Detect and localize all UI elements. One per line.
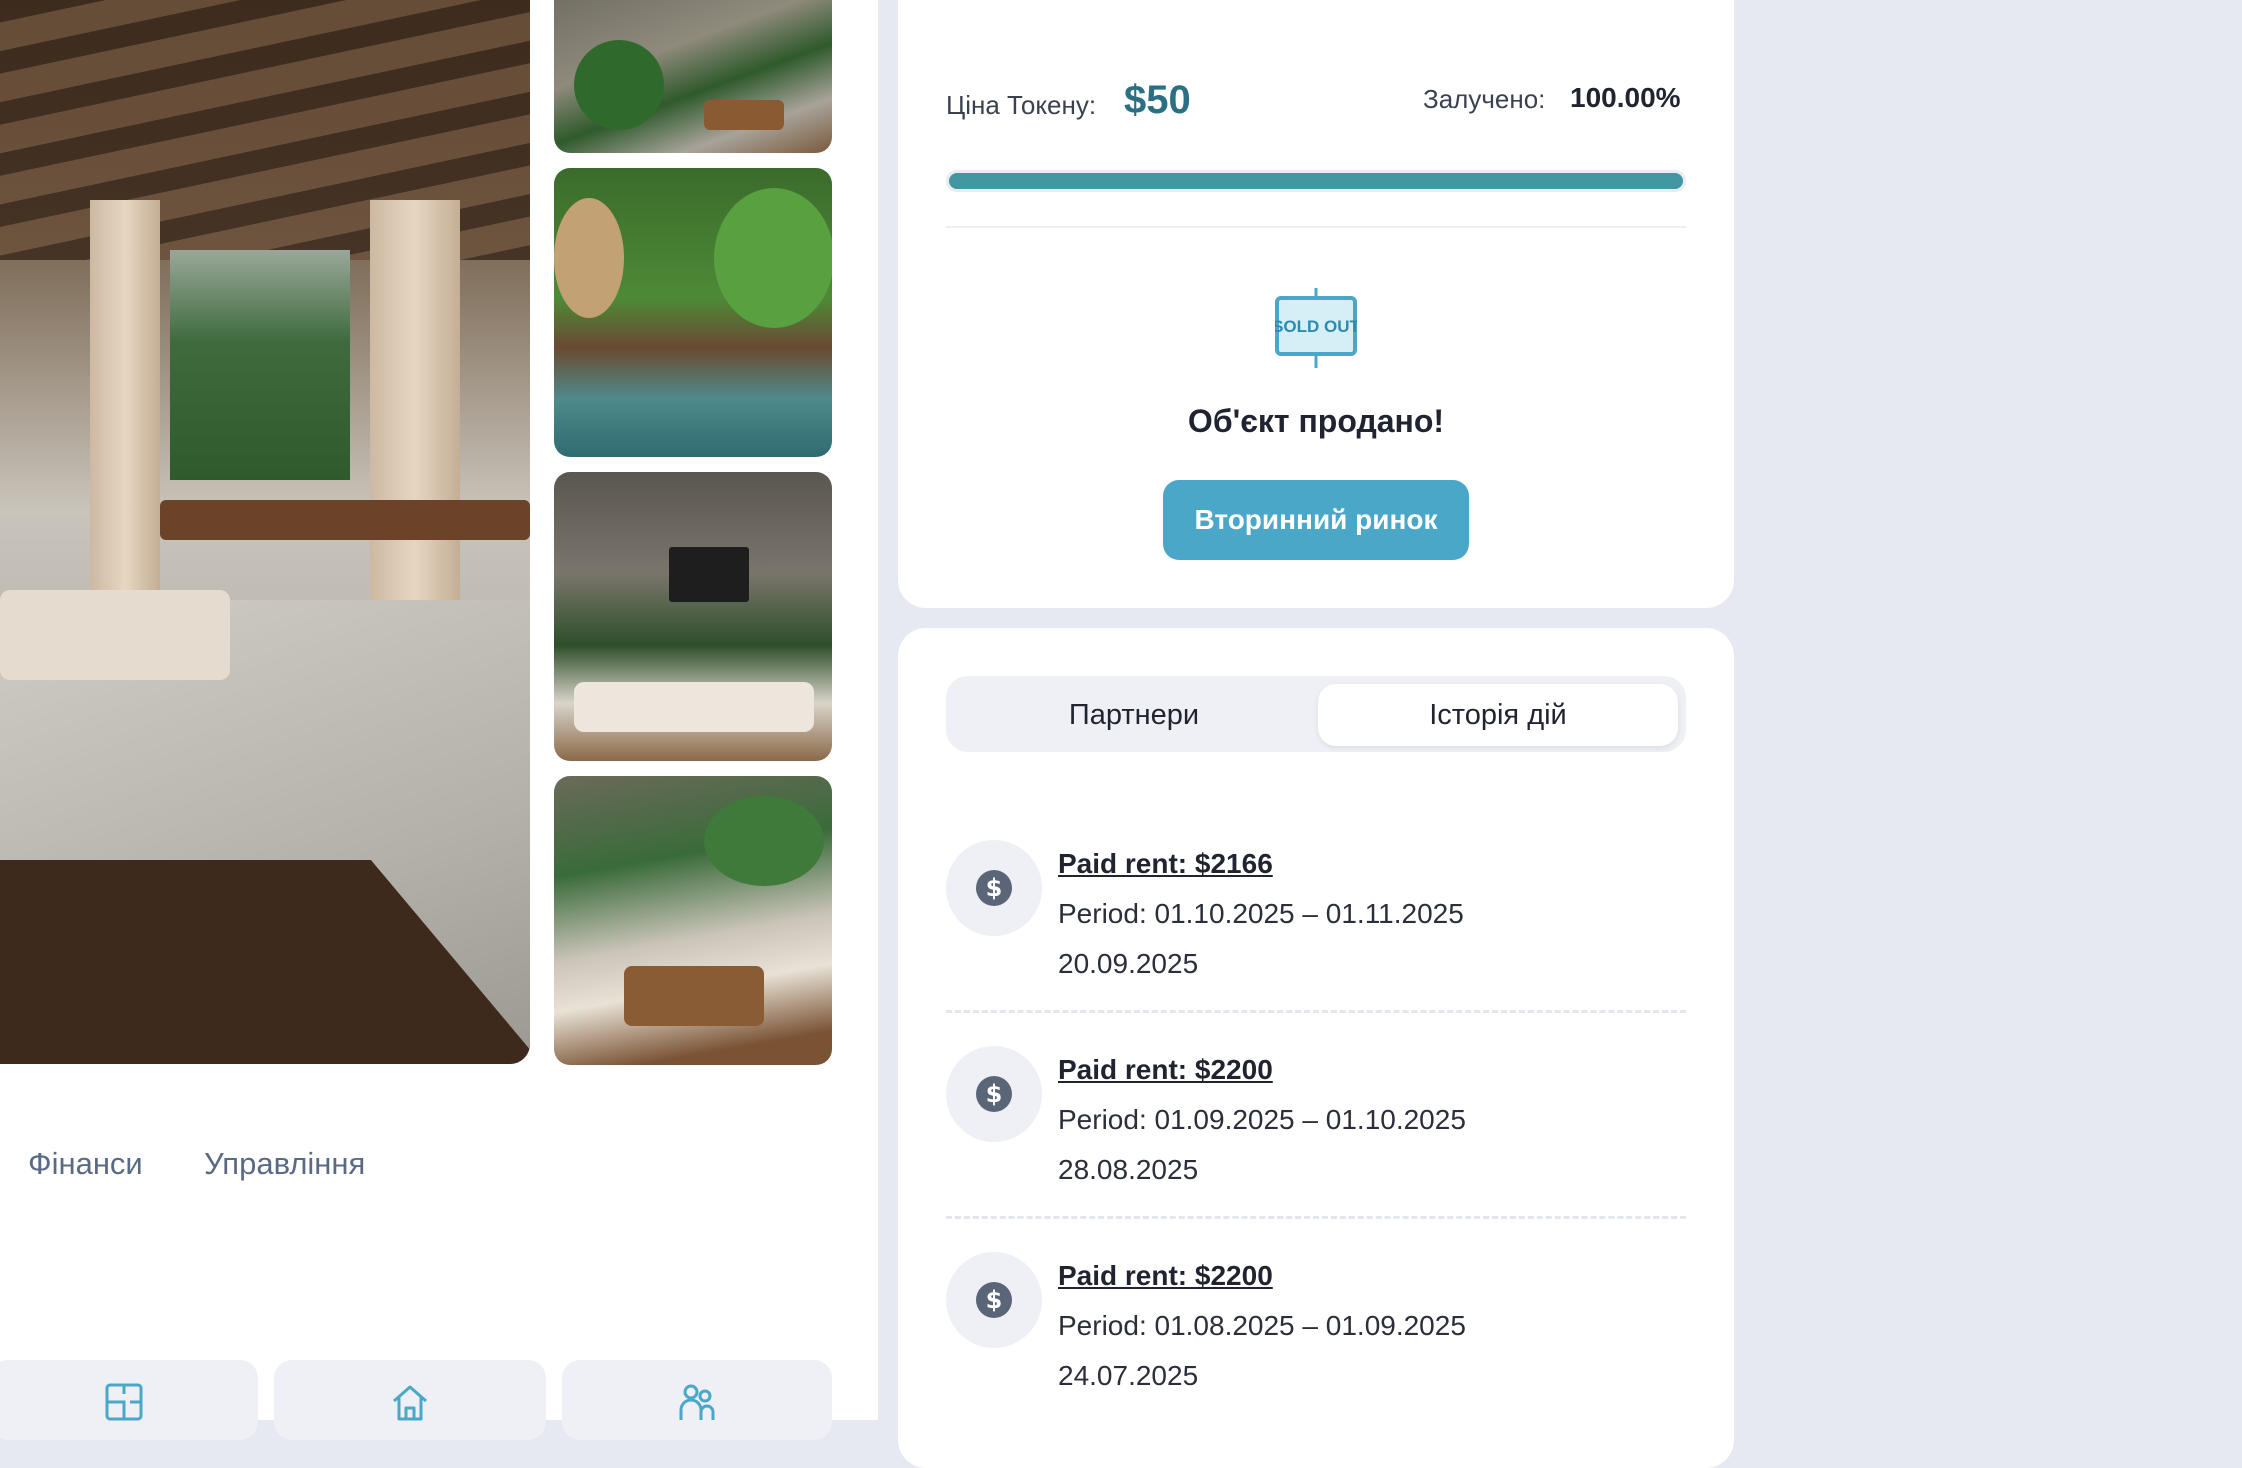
history-item-title[interactable]: Paid rent: $2200 (1058, 1260, 1273, 1292)
photo-window (170, 250, 350, 480)
people-icon (679, 1384, 715, 1420)
plant-shape (704, 796, 824, 886)
plant-shape (714, 188, 832, 328)
dollar-icon: $ (946, 1046, 1042, 1142)
history-item-period: Period: 01.10.2025 – 01.11.2025 (1058, 898, 1464, 929)
raised-label: Залучено: (1423, 84, 1546, 114)
history-item-title[interactable]: Paid rent: $2166 (1058, 848, 1273, 880)
history-item-date: 20.09.2025 (1058, 948, 1199, 979)
property-gallery-pane: Фінанси Управління (0, 0, 878, 1440)
feature-card-home[interactable] (274, 1360, 546, 1440)
tab-partners[interactable]: Партнери (954, 684, 1314, 746)
hanging-chair-shape (554, 198, 624, 318)
main-photo[interactable] (0, 0, 530, 1064)
sold-out-text: SOLD OUT (1275, 317, 1357, 336)
photo-dining-table (160, 500, 530, 540)
photo-curtain (90, 200, 160, 620)
history-divider (946, 1010, 1686, 1013)
history-item-date: 24.07.2025 (1058, 1360, 1199, 1391)
sold-out-sign-icon: SOLD OUT (1275, 288, 1357, 368)
thumbnail-patio[interactable] (554, 0, 832, 153)
history-item-period: Period: 01.09.2025 – 01.10.2025 (1058, 1104, 1466, 1135)
feature-card-people[interactable] (562, 1360, 832, 1440)
history-item: $ Paid rent: $2200 Period: 01.08.2025 – … (946, 1252, 1686, 1452)
token-price-label: Ціна Токену: (946, 90, 1097, 120)
photo-curtain (370, 200, 460, 620)
token-price-value: $50 (1124, 78, 1191, 122)
tab-action-history[interactable]: Історія дій (1318, 684, 1678, 746)
tab-finances[interactable]: Фінанси (28, 1146, 143, 1182)
raised-value: 100.00% (1570, 82, 1681, 113)
floorplan-icon (105, 1383, 143, 1421)
funding-progress-fill (946, 170, 1686, 192)
sold-status-title: Об'єкт продано! (1187, 403, 1445, 439)
coffee-table-shape (624, 966, 764, 1026)
funding-progress-bar (946, 170, 1686, 192)
home-icon (393, 1385, 427, 1421)
sofa-shape (574, 682, 814, 732)
history-segmented-control: Партнери Історія дій (946, 676, 1686, 752)
history-item-period: Period: 01.08.2025 – 01.09.2025 (1058, 1310, 1466, 1341)
history-divider (946, 1216, 1686, 1219)
table-shape (704, 100, 784, 130)
divider (946, 226, 1686, 228)
tab-management[interactable]: Управління (204, 1146, 365, 1182)
thumbnail-sunken-lounge[interactable] (554, 776, 832, 1065)
dollar-icon: $ (946, 1252, 1042, 1348)
feature-card-floorplan[interactable] (0, 1360, 258, 1440)
history-item-title[interactable]: Paid rent: $2200 (1058, 1054, 1273, 1086)
history-item-date: 28.08.2025 (1058, 1154, 1199, 1185)
photo-sofa (0, 590, 230, 680)
dollar-icon: $ (946, 840, 1042, 936)
plant-shape (574, 40, 664, 130)
tv-shape (669, 547, 749, 602)
thumbnail-tv-lounge[interactable] (554, 472, 832, 761)
secondary-market-button[interactable]: Вторинний ринок (1163, 480, 1469, 560)
thumbnail-outdoor-shower[interactable] (554, 168, 832, 457)
